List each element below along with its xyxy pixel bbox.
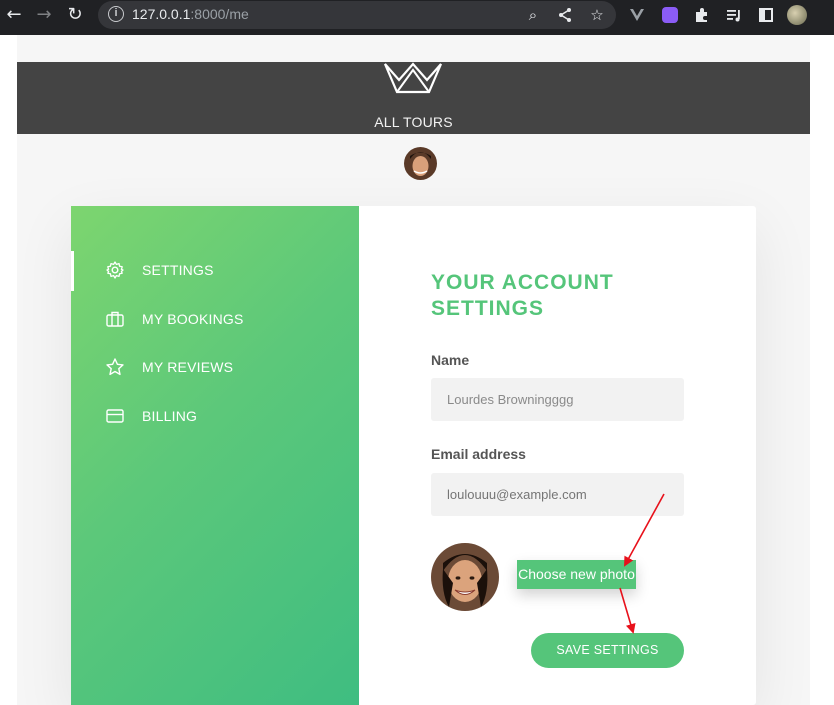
back-icon[interactable]: ← <box>2 3 26 27</box>
name-label: Name <box>431 352 470 368</box>
puzzle-icon[interactable] <box>692 5 712 25</box>
sidebar-item-label: MY BOOKINGS <box>142 311 244 327</box>
zoom-icon[interactable]: ⌕ <box>522 4 544 26</box>
logo-icon[interactable] <box>383 62 443 96</box>
save-settings-button[interactable]: SAVE SETTINGS <box>531 633 684 668</box>
url-text: 127.0.0.1:8000/me <box>132 6 249 22</box>
sidebar-item-label: MY REVIEWS <box>142 359 234 375</box>
sidebar-item-billing[interactable]: BILLING <box>71 399 359 435</box>
info-icon[interactable]: i <box>108 6 124 22</box>
bookmark-star-icon[interactable]: ☆ <box>586 4 608 26</box>
forward-icon[interactable]: → <box>32 3 56 27</box>
email-label: Email address <box>431 446 526 462</box>
profile-icon[interactable] <box>787 5 807 25</box>
profile-photo <box>431 543 499 611</box>
share-icon[interactable] <box>554 4 576 26</box>
all-tours-link[interactable]: ALL TOURS <box>17 114 810 130</box>
vue-devtools-icon[interactable] <box>627 5 647 25</box>
gear-icon <box>106 261 124 279</box>
account-sidebar: SETTINGS MY BOOKINGS MY REVIEWS BILLING <box>71 206 359 705</box>
settings-form: YOUR ACCOUNT SETTINGS Name Email address… <box>359 206 756 705</box>
browser-toolbar: ← → ↻ i 127.0.0.1:8000/me ⌕ ☆ <box>0 0 834 35</box>
page-title: YOUR ACCOUNT SETTINGS <box>431 271 614 320</box>
site-header: ALL TOURS <box>17 62 810 134</box>
user-avatar[interactable] <box>404 147 437 180</box>
briefcase-icon <box>106 311 124 327</box>
sidebar-item-my-bookings[interactable]: MY BOOKINGS <box>71 302 359 338</box>
star-icon <box>106 358 124 376</box>
name-input[interactable] <box>431 378 684 421</box>
email-input[interactable] <box>431 473 684 516</box>
sidebar-item-my-reviews[interactable]: MY REVIEWS <box>71 350 359 386</box>
sidebar-item-settings[interactable]: SETTINGS <box>71 251 359 291</box>
account-card: SETTINGS MY BOOKINGS MY REVIEWS BILLING <box>71 206 756 705</box>
extension-icon[interactable] <box>660 5 680 25</box>
media-icon[interactable] <box>724 5 744 25</box>
credit-card-icon <box>106 409 124 423</box>
choose-photo-button[interactable]: Choose new photo <box>517 560 636 589</box>
address-bar[interactable]: i 127.0.0.1:8000/me ⌕ ☆ <box>98 1 616 29</box>
sidepanel-icon[interactable] <box>756 5 776 25</box>
sidebar-item-label: SETTINGS <box>142 262 214 278</box>
reload-icon[interactable]: ↻ <box>63 3 87 27</box>
sidebar-item-label: BILLING <box>142 408 198 424</box>
